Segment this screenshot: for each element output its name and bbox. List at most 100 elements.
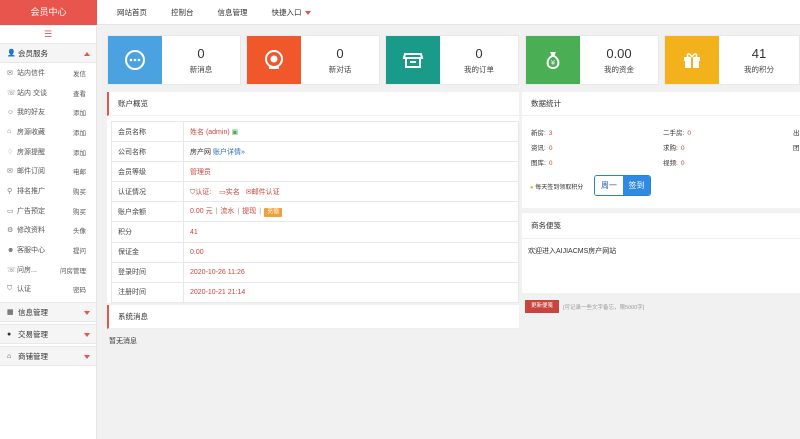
bell-icon: ♢ bbox=[7, 148, 14, 156]
table-row: 保证金 0.00 bbox=[111, 241, 519, 263]
register-time: 2020-10-21 21:14 bbox=[183, 281, 519, 303]
sidebar-item[interactable]: ♢ 房源提醒 添加 bbox=[0, 142, 96, 162]
gift-icon bbox=[665, 36, 719, 84]
sidebar-item-action[interactable]: 添加 bbox=[73, 107, 86, 117]
stat-video[interactable]: 视频: 0 bbox=[663, 156, 691, 171]
withdraw-link[interactable]: 提现 bbox=[242, 208, 256, 215]
support-icon: ☻ bbox=[7, 246, 15, 254]
sidebar-item-action[interactable]: 提问 bbox=[73, 245, 86, 255]
card-my-points[interactable]: 41 我的积分 bbox=[664, 35, 800, 85]
sidebar-item[interactable]: ☏ 问房... 问房管理 bbox=[0, 260, 96, 280]
settings-icon: ⚙ bbox=[7, 227, 14, 235]
memo-hint: [可记录一些文字备忘，限5000字] bbox=[563, 305, 645, 311]
sidebar-item-action[interactable]: 密码 bbox=[73, 284, 86, 294]
cert-label: 认证: bbox=[195, 188, 212, 196]
money-bag-icon: ● bbox=[7, 330, 12, 338]
sidebar-item-label: 站内 交谈 bbox=[17, 89, 47, 97]
chevron-down-icon bbox=[84, 355, 90, 360]
panel-title: 账户概览 bbox=[107, 92, 519, 116]
sidebar-items: ✉ 站内信件 发信 ☏ 站内 交谈 查看 ☺ 我的好友 添加 ⌂ 房源收藏 添加 ♢ 房源提醒 添加 ✉ 邮件订… bbox=[0, 63, 96, 299]
stat-second-hand[interactable]: 二手房: 0 bbox=[663, 126, 691, 141]
sidebar-group-label: 会员服务 bbox=[18, 48, 48, 58]
row-label: 注册时间 bbox=[111, 281, 184, 303]
cert-email[interactable]: 邮件认证 bbox=[252, 189, 280, 196]
sidebar-item-action[interactable]: 添加 bbox=[73, 147, 86, 157]
sidebar-item[interactable]: ☻ 客服中心 提问 bbox=[0, 240, 96, 260]
card-new-chats[interactable]: 0 新对话 bbox=[246, 35, 380, 85]
sidebar-item[interactable]: ▭ 广告预定 购买 bbox=[0, 201, 96, 221]
stat-new-house[interactable]: 新房: 3 bbox=[531, 126, 552, 141]
sidebar-item-action[interactable]: 购买 bbox=[73, 186, 86, 196]
stat-edge[interactable]: 团 bbox=[793, 141, 800, 156]
points-value: 41 bbox=[183, 221, 519, 243]
sidebar-item-label: 修改资料 bbox=[17, 227, 45, 235]
sidebar-item[interactable]: ✉ 邮件订阅 电邮 bbox=[0, 161, 96, 181]
cert-realname[interactable]: 实名 bbox=[226, 189, 240, 196]
recharge-button[interactable]: 充值 bbox=[264, 208, 283, 218]
account-info-table: 会员名称 姓名 (admin) ▣ 公司名称 房产网 账户详情» 会员等级 管理… bbox=[111, 120, 519, 303]
brand-title[interactable]: 会员中心 bbox=[0, 0, 97, 25]
sidebar-item[interactable]: ⚙ 修改资料 头像 bbox=[0, 221, 96, 241]
member-name: 姓名 (admin) bbox=[190, 128, 230, 136]
sidebar-item[interactable]: ⌂ 房源收藏 添加 bbox=[0, 122, 96, 142]
row-value: 房产网 账户详情» bbox=[183, 141, 519, 163]
sidebar-item[interactable]: ✉ 站内信件 发信 bbox=[0, 63, 96, 83]
stat-wanted[interactable]: 求购: 0 bbox=[663, 141, 691, 156]
sidebar-item[interactable]: ☏ 站内 交谈 查看 bbox=[0, 83, 96, 103]
row-label: 会员等级 bbox=[111, 161, 184, 183]
row-value: 姓名 (admin) ▣ bbox=[183, 120, 519, 143]
menu-toggle-icon[interactable]: ☰ bbox=[0, 26, 96, 43]
sidebar-group-label: 交易管理 bbox=[18, 329, 48, 339]
chevron-down-icon bbox=[84, 333, 90, 338]
sidebar-item[interactable]: ⛉ 认证 密码 bbox=[0, 280, 96, 300]
stat-news[interactable]: 资讯: 0 bbox=[531, 141, 552, 156]
sidebar-item-label: 问房... bbox=[17, 266, 37, 274]
balance-value: 0.00 元 bbox=[190, 208, 213, 216]
stat-edge[interactable]: 出 bbox=[793, 126, 800, 141]
sidebar-group-info-manage[interactable]: ▦ 信息管理 bbox=[0, 302, 96, 323]
account-details-link[interactable]: 账户详情» bbox=[213, 149, 245, 156]
chevron-down-icon bbox=[84, 311, 90, 316]
nav-home[interactable]: 网站首页 bbox=[117, 0, 147, 25]
card-number: 0 bbox=[475, 46, 483, 61]
business-memo-panel: 商务便笺 欢迎进入AIJIACMS房产网站 bbox=[522, 213, 800, 293]
card-my-funds[interactable]: ¥ 0.00 我的资金 bbox=[525, 35, 659, 85]
nav-quick-entry[interactable]: 快捷入口 bbox=[272, 0, 311, 25]
nav-info-manage[interactable]: 信息管理 bbox=[218, 0, 248, 25]
card-new-messages[interactable]: 0 新消息 bbox=[107, 35, 241, 85]
signin-widget[interactable]: 周一 签到 bbox=[595, 176, 650, 195]
sidebar-group-member-service[interactable]: 👤 会员服务 bbox=[0, 43, 96, 63]
user-icon: 👤 bbox=[7, 50, 16, 57]
signin-button[interactable]: 签到 bbox=[623, 176, 650, 195]
signin-note: ● 每天签到领取积分 bbox=[530, 182, 583, 191]
chat-bubble-icon bbox=[108, 36, 162, 84]
update-memo-button[interactable]: 更新便笺 bbox=[525, 300, 559, 313]
card-label: 我的积分 bbox=[744, 65, 774, 74]
contact-card-icon[interactable]: ▣ bbox=[232, 129, 239, 136]
stat-gallery[interactable]: 图库: 0 bbox=[531, 156, 552, 171]
question-icon: ☏ bbox=[7, 266, 16, 274]
sidebar-item-action[interactable]: 发信 bbox=[73, 68, 86, 78]
sidebar-item[interactable]: ⚲ 排名推广 购买 bbox=[0, 181, 96, 201]
sidebar-item-action[interactable]: 添加 bbox=[73, 127, 86, 137]
sidebar-item[interactable]: ☺ 我的好友 添加 bbox=[0, 102, 96, 122]
sidebar-item-label: 邮件订阅 bbox=[17, 168, 45, 176]
company-name: 房产网 bbox=[190, 148, 211, 156]
sidebar-item-action[interactable]: 电邮 bbox=[73, 166, 86, 176]
card-my-orders[interactable]: 0 我的订单 bbox=[385, 35, 519, 85]
sidebar-group-shop-manage[interactable]: ⌂ 商铺管理 bbox=[0, 346, 96, 367]
sidebar-item-action[interactable]: 查看 bbox=[73, 88, 86, 98]
flow-link[interactable]: 流水 bbox=[220, 208, 234, 215]
memo-textarea[interactable]: 欢迎进入AIJIACMS房产网站 bbox=[522, 239, 800, 256]
row-label: 登录时间 bbox=[111, 261, 184, 283]
sidebar-item-label: 排名推广 bbox=[17, 187, 45, 195]
nav-console[interactable]: 控制台 bbox=[171, 0, 194, 25]
sidebar-item-action[interactable]: 问房管理 bbox=[60, 265, 86, 275]
grid-icon: ▦ bbox=[7, 309, 14, 317]
member-level: 管理员 bbox=[183, 161, 519, 183]
sidebar-group-trade-manage[interactable]: ● 交易管理 bbox=[0, 324, 96, 345]
panel-title: 数据统计 bbox=[522, 92, 800, 116]
table-row: 登录时间 2020-10-26 11:26 bbox=[111, 261, 519, 283]
sidebar-item-action[interactable]: 头像 bbox=[73, 225, 86, 235]
sidebar-item-action[interactable]: 购买 bbox=[73, 206, 86, 216]
